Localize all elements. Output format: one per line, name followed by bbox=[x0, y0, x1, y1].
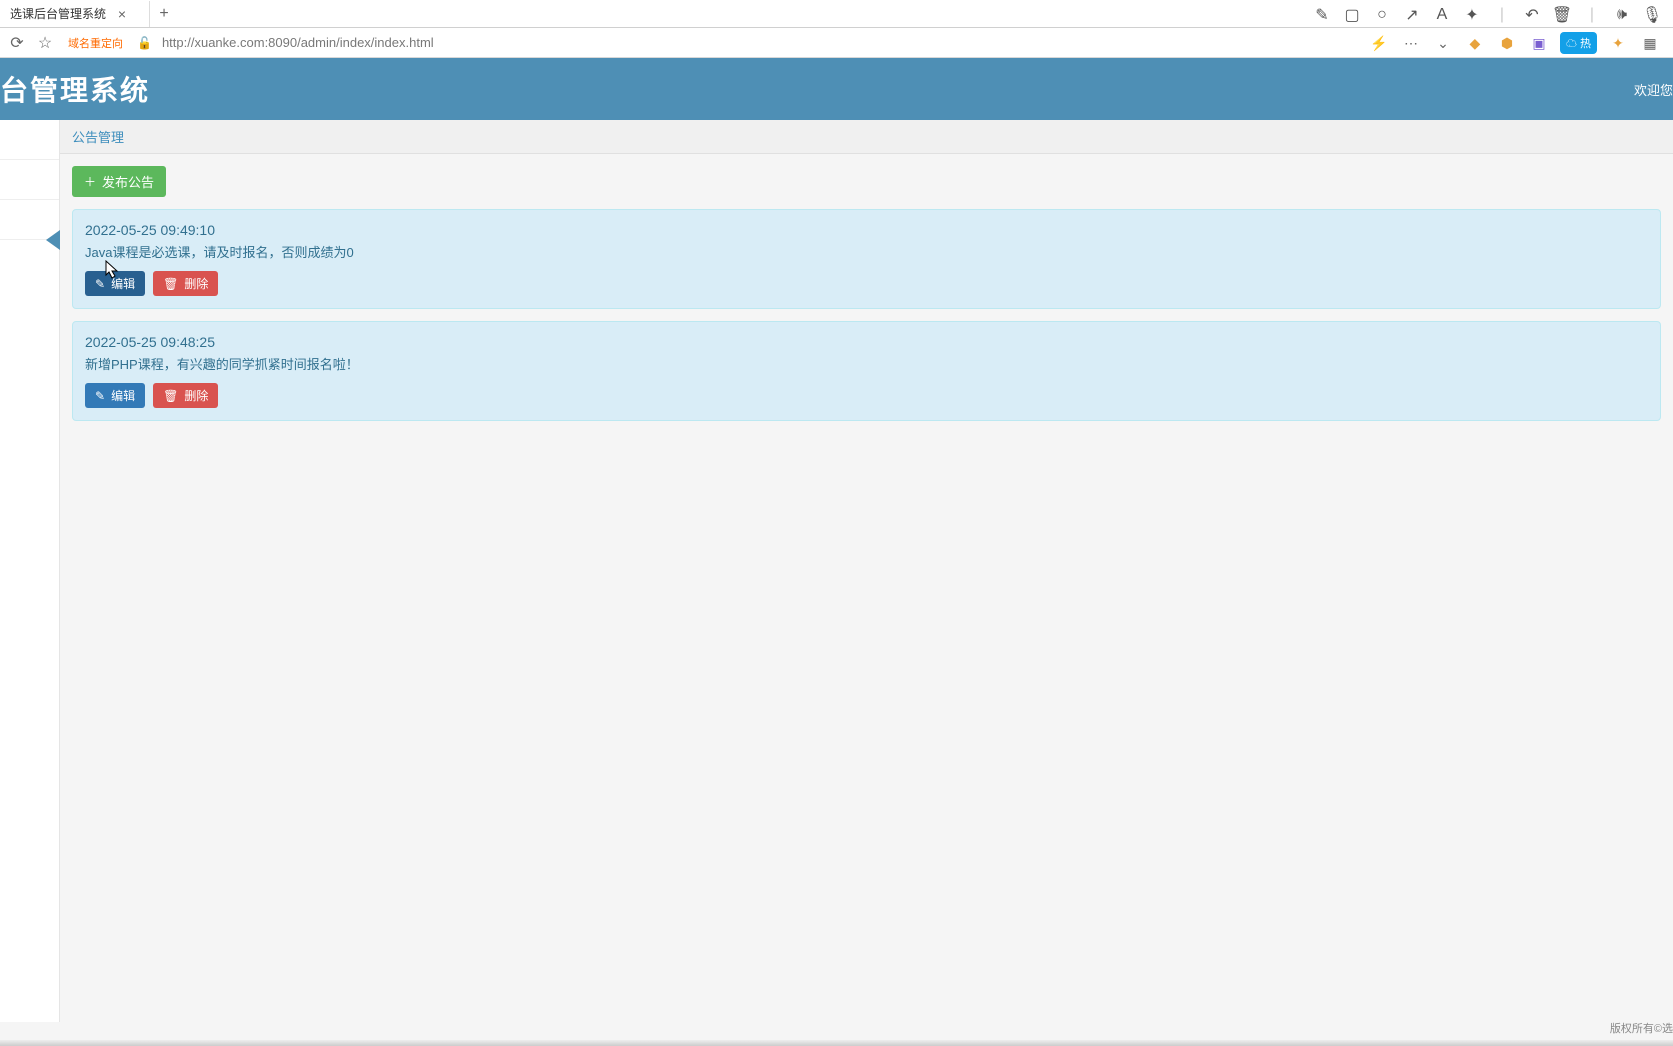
browser-tab[interactable]: 选课后台管理系统 × bbox=[0, 1, 150, 27]
edit-icon: ✎ bbox=[95, 389, 105, 403]
chevron-down-icon[interactable]: ⌄ bbox=[1432, 32, 1454, 54]
undo-icon[interactable]: ↶ bbox=[1523, 6, 1541, 24]
browser-toolbar: ✎ ▢ ○ ↗ A ✦ | ↶ 🗑 | 🕪 🎙 bbox=[1301, 0, 1673, 30]
notice-timestamp: 2022-05-25 09:49:10 bbox=[85, 222, 1648, 238]
publish-notice-button[interactable]: ＋ 发布公告 bbox=[72, 166, 166, 197]
circle-icon[interactable]: ○ bbox=[1373, 6, 1391, 24]
delete-label: 删除 bbox=[184, 387, 208, 404]
divider: | bbox=[1583, 6, 1601, 24]
notice-actions: ✎ 编辑 🗑 删除 bbox=[85, 271, 1648, 296]
delete-label: 删除 bbox=[184, 275, 208, 292]
refresh-icon[interactable]: ⟳ bbox=[8, 34, 26, 52]
notice-timestamp: 2022-05-25 09:48:25 bbox=[85, 334, 1648, 350]
breadcrumb: 公告管理 bbox=[60, 120, 1673, 154]
arrow-icon[interactable]: ↗ bbox=[1403, 6, 1421, 24]
plus-icon: ＋ bbox=[84, 173, 96, 190]
sidebar-active-indicator bbox=[46, 230, 60, 250]
mic-icon[interactable]: 🎙 bbox=[1643, 6, 1661, 24]
notice-content: Java课程是必选课，请及时报名，否则成绩为0 bbox=[85, 242, 1648, 261]
lock-icon[interactable]: 🔓 bbox=[137, 36, 152, 50]
content-area: 公告管理 ＋ 发布公告 2022-05-25 09:49:10 Java课程是必… bbox=[60, 120, 1673, 1022]
edit-label: 编辑 bbox=[111, 387, 135, 404]
text-icon[interactable]: A bbox=[1433, 6, 1451, 24]
delete-button[interactable]: 🗑 删除 bbox=[153, 271, 218, 296]
sidebar bbox=[0, 120, 60, 1022]
address-bar-row: ⟳ ☆ 域名重定向 🔓 http://xuanke.com:8090/admin… bbox=[0, 28, 1673, 58]
breadcrumb-text: 公告管理 bbox=[72, 127, 124, 146]
notice-actions: ✎ 编辑 🗑 删除 bbox=[85, 383, 1648, 408]
close-icon[interactable]: × bbox=[114, 6, 130, 22]
flash-icon[interactable]: ⚡ bbox=[1368, 32, 1390, 54]
pencil-icon[interactable]: ✎ bbox=[1313, 6, 1331, 24]
sidebar-item[interactable] bbox=[0, 160, 59, 200]
welcome-text: 欢迎您 bbox=[1634, 80, 1673, 99]
notice-card: 2022-05-25 09:48:25 新增PHP课程，有兴趣的同学抓紧时间报名… bbox=[72, 321, 1661, 421]
browser-tabs: 选课后台管理系统 × + ✎ ▢ ○ ↗ A ✦ | ↶ 🗑 | 🕪 🎙 bbox=[0, 0, 1673, 28]
cloud-ext-icon[interactable]: ☁ 热 bbox=[1560, 32, 1597, 54]
notice-content: 新增PHP课程，有兴趣的同学抓紧时间报名啦！ bbox=[85, 354, 1648, 373]
app-body: 公告管理 ＋ 发布公告 2022-05-25 09:49:10 Java课程是必… bbox=[0, 120, 1673, 1022]
publish-label: 发布公告 bbox=[102, 172, 154, 191]
edit-button[interactable]: ✎ 编辑 bbox=[85, 271, 145, 296]
redirect-tag: 域名重定向 bbox=[64, 34, 127, 52]
new-tab-button[interactable]: + bbox=[150, 0, 178, 28]
edit-button[interactable]: ✎ 编辑 bbox=[85, 383, 145, 408]
edit-icon: ✎ bbox=[95, 277, 105, 291]
ext-icon-2[interactable]: ⬢ bbox=[1496, 32, 1518, 54]
notice-card: 2022-05-25 09:49:10 Java课程是必选课，请及时报名，否则成… bbox=[72, 209, 1661, 309]
sound-icon[interactable]: 🕪 bbox=[1613, 6, 1631, 24]
ext-icon-5[interactable]: ▦ bbox=[1639, 32, 1661, 54]
trash-icon: 🗑 bbox=[163, 277, 178, 291]
delete-button[interactable]: 🗑 删除 bbox=[153, 383, 218, 408]
divider: | bbox=[1493, 6, 1511, 24]
tab-title: 选课后台管理系统 bbox=[10, 5, 106, 22]
edit-label: 编辑 bbox=[111, 275, 135, 292]
sidebar-item[interactable] bbox=[0, 120, 59, 160]
more-icon[interactable]: ⋯ bbox=[1400, 32, 1422, 54]
address-right-icons: ⚡ ⋯ ⌄ ◆ ⬢ ▣ ☁ 热 ✦ ▦ bbox=[1360, 28, 1669, 58]
square-icon[interactable]: ▢ bbox=[1343, 6, 1361, 24]
wand-icon[interactable]: ✦ bbox=[1463, 6, 1481, 24]
ext-icon-3[interactable]: ▣ bbox=[1528, 32, 1550, 54]
app-header: 台管理系统 欢迎您 bbox=[0, 58, 1673, 120]
ext-icon-1[interactable]: ◆ bbox=[1464, 32, 1486, 54]
trash-icon[interactable]: 🗑 bbox=[1553, 6, 1571, 24]
star-icon[interactable]: ☆ bbox=[36, 34, 54, 52]
footer-copyright: 版权所有©选 bbox=[1610, 1016, 1673, 1040]
taskbar bbox=[0, 1040, 1673, 1046]
url-text[interactable]: http://xuanke.com:8090/admin/index/index… bbox=[162, 35, 434, 50]
ext-icon-4[interactable]: ✦ bbox=[1607, 32, 1629, 54]
content-inner: ＋ 发布公告 2022-05-25 09:49:10 Java课程是必选课，请及… bbox=[60, 154, 1673, 433]
trash-icon: 🗑 bbox=[163, 389, 178, 403]
app-title: 台管理系统 bbox=[0, 69, 150, 109]
